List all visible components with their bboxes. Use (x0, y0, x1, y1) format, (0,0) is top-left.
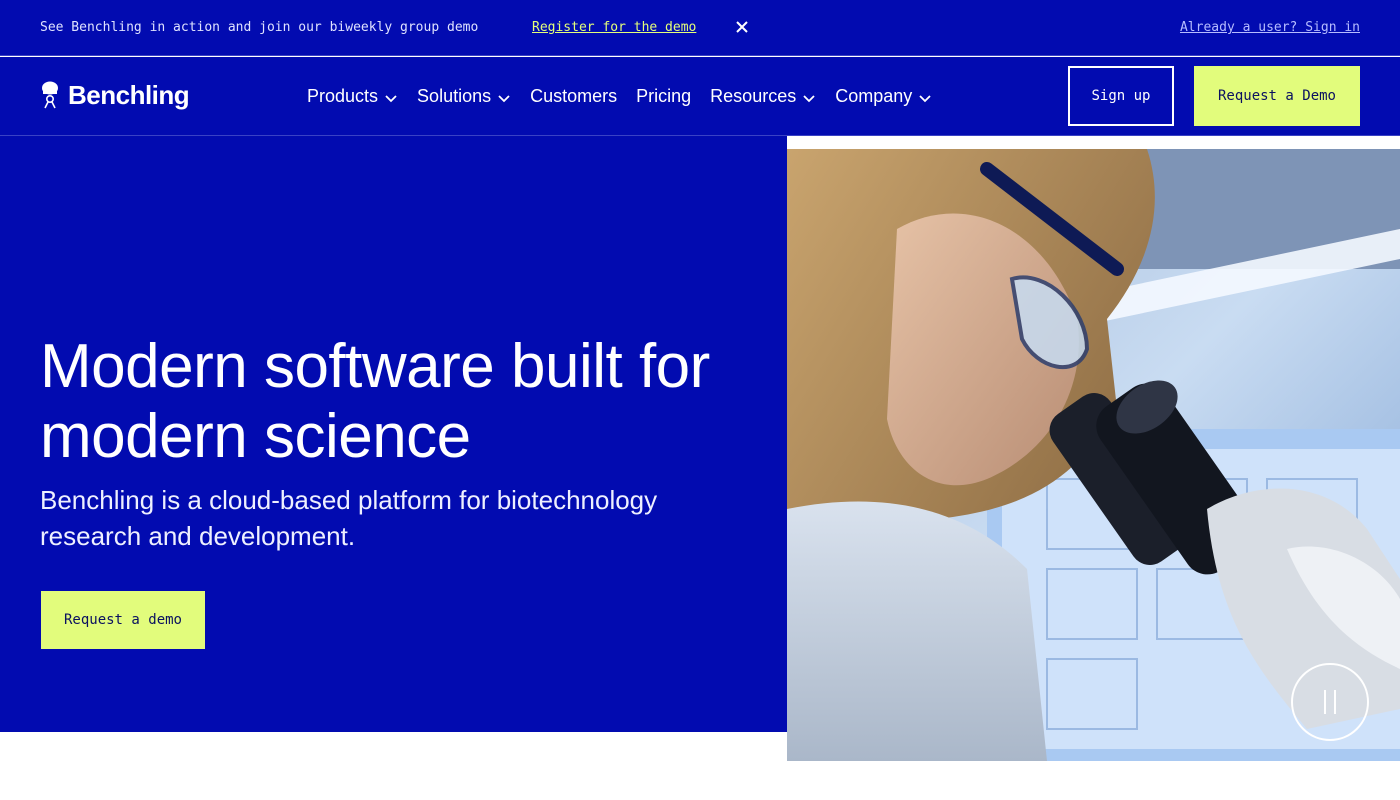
logo[interactable]: Benchling (40, 78, 190, 112)
nav-item-label: Products (307, 86, 379, 106)
nav-item-label: Company (835, 86, 913, 106)
nav-item-label: Resources (710, 86, 797, 106)
logo-text: Benchling (68, 79, 190, 110)
hero-section: Modern software built for modern science… (0, 136, 787, 732)
nav-item-label: Customers (530, 86, 618, 106)
sign-up-button[interactable]: Sign up (1068, 66, 1174, 126)
hero-subtitle: Benchling is a cloud-based platform for … (40, 485, 658, 551)
chevron-down-icon (803, 95, 815, 103)
chevron-down-icon (385, 95, 397, 103)
announcement-message: See Benchling in action and join our biw… (40, 20, 479, 35)
announcement-bar: See Benchling in action and join our biw… (0, 0, 1400, 56)
register-demo-link[interactable]: Register for the demo (532, 20, 696, 35)
nav-item-label: Solutions (417, 86, 492, 106)
primary-menu: Products Solutions Customers Pricing Res… (307, 86, 932, 107)
nav-item-customers[interactable]: Customers (530, 86, 617, 107)
chevron-down-icon (498, 95, 510, 103)
sign-in-link[interactable]: Already a user? Sign in (1180, 20, 1360, 35)
nav-item-resources[interactable]: Resources (710, 86, 816, 107)
pause-icon (1324, 690, 1326, 714)
benchling-logo-icon (40, 81, 60, 109)
nav-item-products[interactable]: Products (307, 86, 398, 107)
nav-item-solutions[interactable]: Solutions (417, 86, 511, 107)
main-nav: Benchling Products Solutions Customers P… (0, 57, 1400, 136)
nav-item-label: Pricing (636, 86, 692, 106)
nav-item-company[interactable]: Company (835, 86, 932, 107)
pause-video-button[interactable] (1291, 663, 1369, 741)
hero-title: Modern software built for modern science (40, 332, 710, 471)
chevron-down-icon (919, 95, 931, 103)
nav-item-pricing[interactable]: Pricing (636, 86, 691, 107)
request-demo-button[interactable]: Request a Demo (1194, 66, 1360, 126)
close-icon[interactable] (734, 18, 750, 36)
hero-request-demo-button[interactable]: Request a demo (41, 591, 205, 649)
